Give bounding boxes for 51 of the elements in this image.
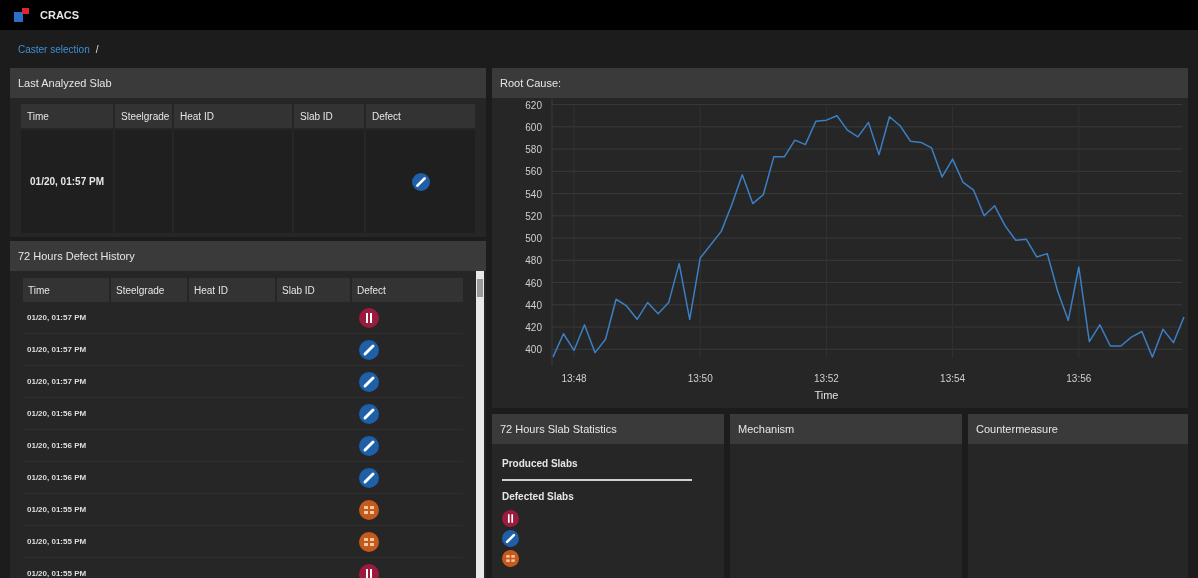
y-tick-label: 600 <box>525 121 542 133</box>
y-tick-label: 400 <box>525 344 542 356</box>
y-tick-label: 560 <box>525 166 542 178</box>
panel-title: Root Cause: <box>492 68 1188 98</box>
x-tick-label: 13:52 <box>813 373 839 384</box>
defected-slabs-label: Defected Slabs <box>502 490 575 504</box>
x-tick-label: 13:48 <box>561 373 587 384</box>
column-header: Defect <box>366 104 475 128</box>
panel-title: Mechanism <box>730 414 962 444</box>
breadcrumb-link[interactable]: Caster selection <box>18 41 90 57</box>
column-header: Heat ID <box>174 104 292 128</box>
produced-slabs-label: Produced Slabs <box>502 457 579 471</box>
panel-title: Last Analyzed Slab <box>10 68 486 98</box>
table-cell-text: 01/20, 01:55 PM <box>26 503 88 516</box>
app-title: CRACS <box>40 7 80 23</box>
column-header: Steelgrade <box>115 104 172 128</box>
x-tick-label: 13:50 <box>687 373 713 384</box>
column-header: Defect <box>352 278 463 302</box>
scrollbar[interactable] <box>476 271 484 578</box>
column-header: Heat ID <box>189 278 275 302</box>
table-cell-text: 01/20, 01:57 PM <box>26 311 88 324</box>
x-axis-title: Time <box>814 389 839 401</box>
table-cell-text: 01/20, 01:56 PM <box>26 439 88 452</box>
panel-title: 72 Hours Defect History <box>10 241 486 271</box>
y-tick-label: 620 <box>525 99 542 111</box>
y-tick-label: 460 <box>525 277 542 289</box>
app-logo-icon <box>14 8 30 22</box>
table-cell-text: 01/20, 01:55 PM <box>26 535 88 548</box>
y-tick-label: 440 <box>525 299 542 311</box>
panel-title: 72 Hours Slab Statistics <box>492 414 724 444</box>
breadcrumb-separator: / <box>95 42 99 57</box>
table-cell-text: 01/20, 01:55 PM <box>26 567 88 578</box>
table-cell-text: 01/20, 01:56 PM <box>26 407 88 420</box>
y-tick-label: 520 <box>525 210 542 222</box>
column-header: Slab ID <box>277 278 350 302</box>
panel-title: Countermeasure <box>968 414 1188 444</box>
x-tick-label: 13:54 <box>940 373 966 384</box>
column-header: Slab ID <box>294 104 364 128</box>
y-tick-label: 480 <box>525 255 542 267</box>
y-tick-label: 500 <box>525 233 542 245</box>
y-tick-label: 540 <box>525 188 542 200</box>
x-tick-label: 13:56 <box>1066 373 1092 384</box>
table-cell-text: 01/20, 01:57 PM <box>26 375 88 388</box>
table-cell-text: 01/20, 01:56 PM <box>26 471 88 484</box>
column-header: Time <box>23 278 109 302</box>
y-tick-label: 420 <box>525 322 542 334</box>
table-cell: 01/20, 01:57 PM <box>21 130 113 233</box>
column-header: Steelgrade <box>111 278 187 302</box>
table-cell-text: 01/20, 01:57 PM <box>26 343 88 356</box>
column-header: Time <box>21 104 113 128</box>
y-tick-label: 580 <box>525 144 542 156</box>
